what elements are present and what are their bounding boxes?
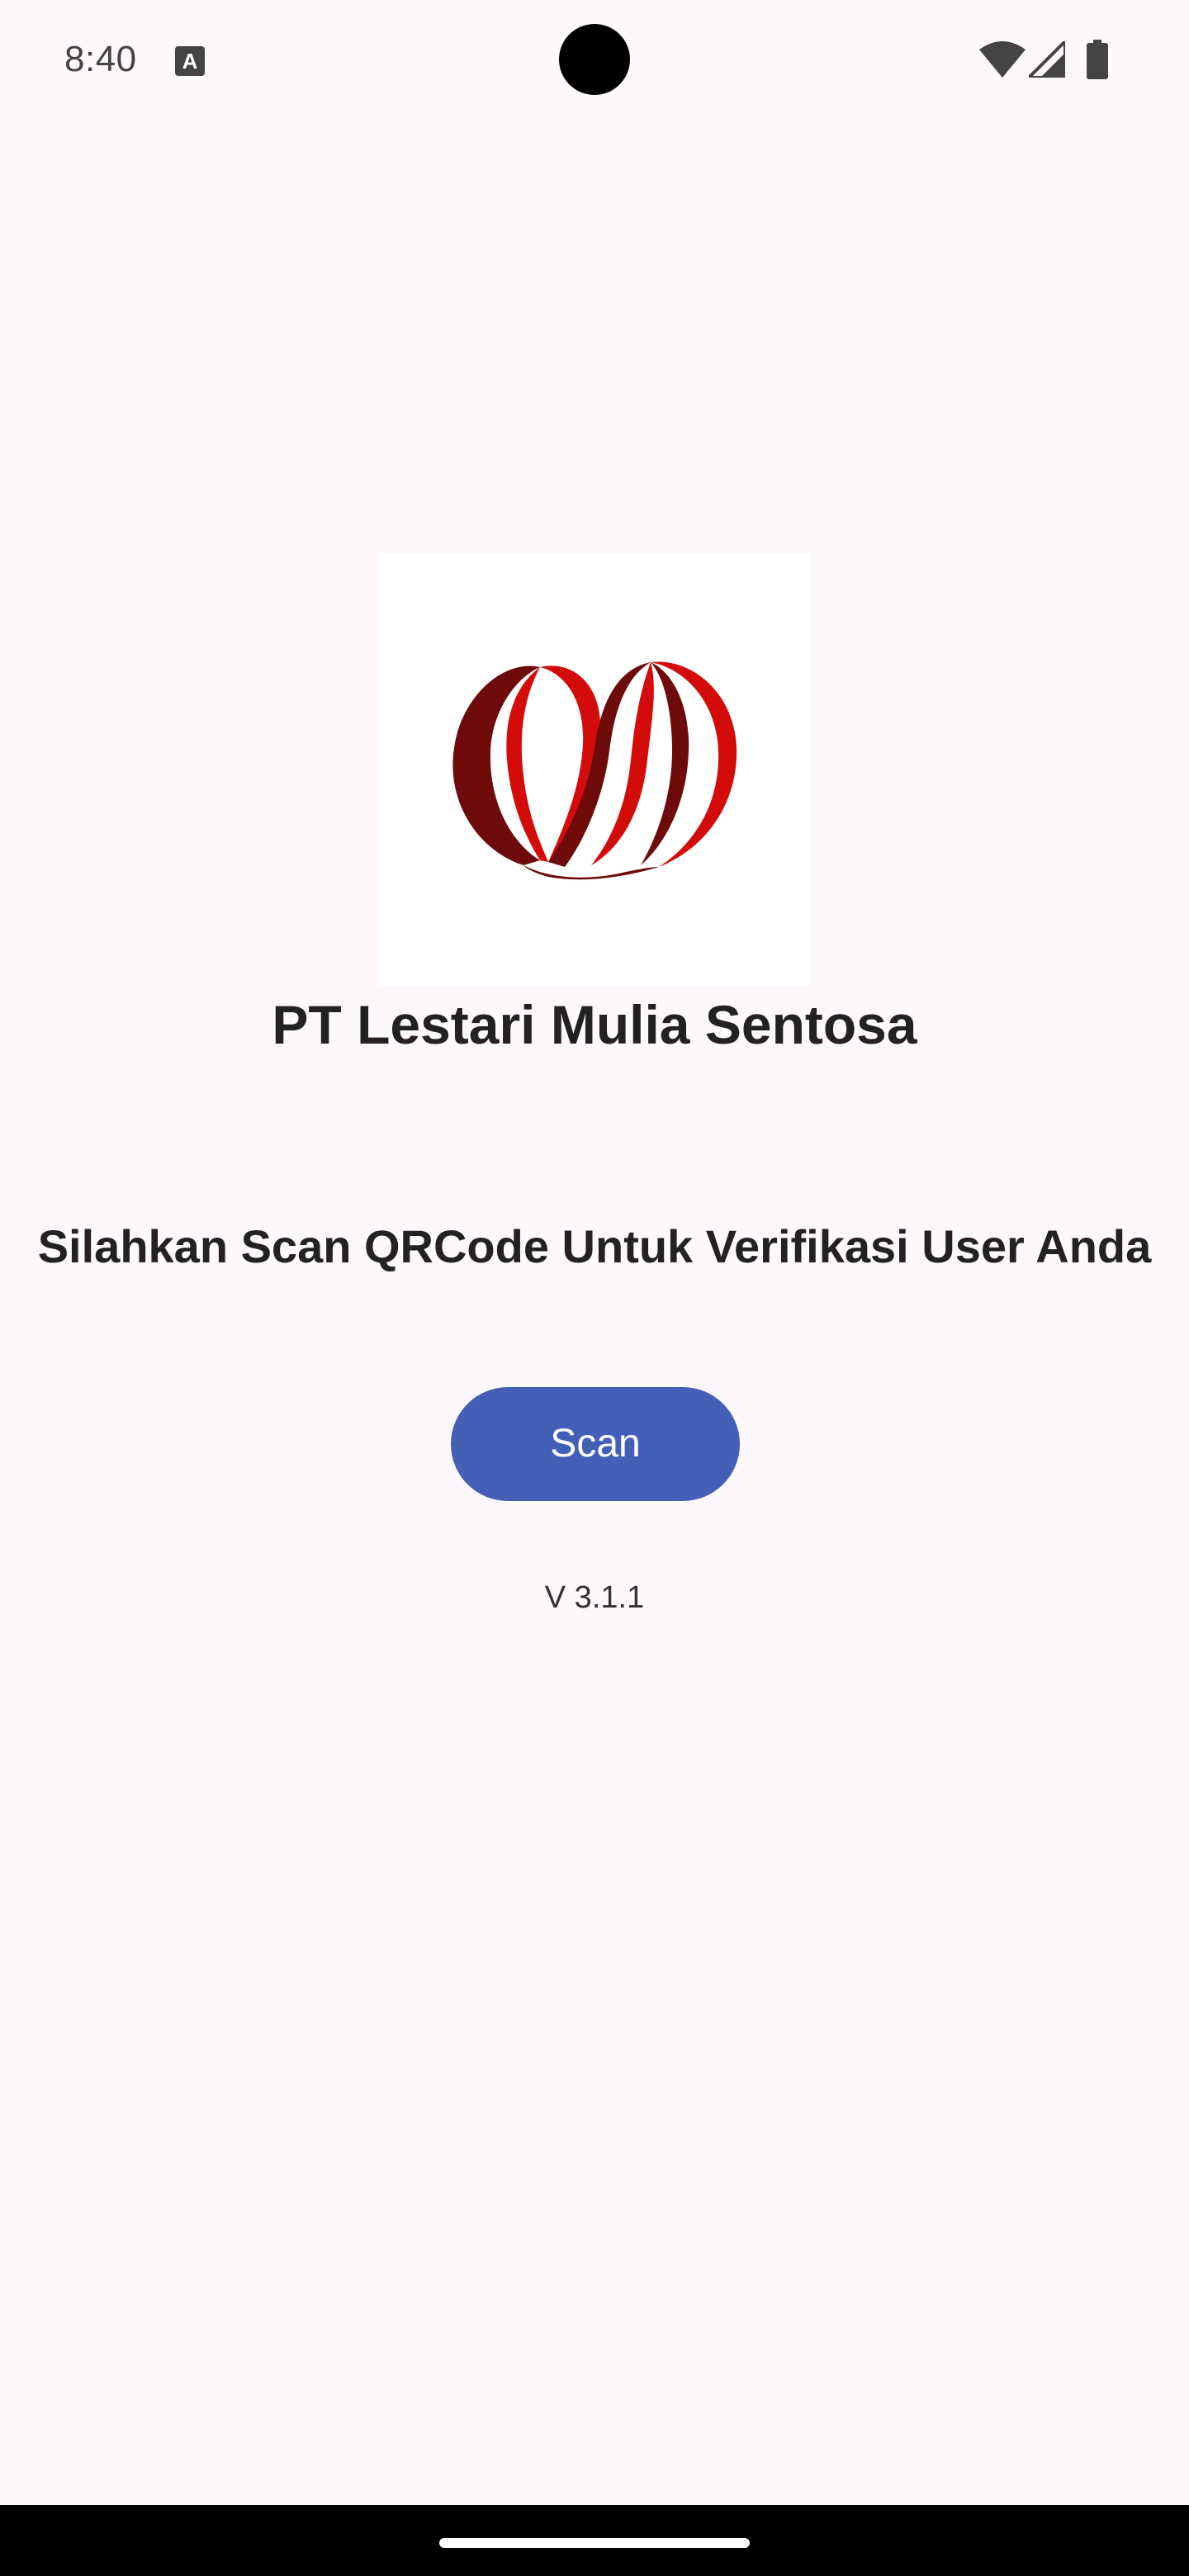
- home-gesture-handle[interactable]: [439, 2538, 750, 2548]
- status-time: 8:40: [64, 39, 137, 79]
- signal-icon: [1029, 41, 1065, 78]
- status-bar: 8:40 A: [0, 0, 1189, 122]
- camera-cutout: [559, 24, 630, 95]
- company-logo: [378, 553, 811, 986]
- wifi-icon: [979, 41, 1026, 78]
- ribbon-heart-logo-icon: [452, 661, 737, 880]
- scan-button[interactable]: Scan: [451, 1387, 740, 1501]
- app-version: V 3.1.1: [544, 1580, 645, 1615]
- a-icon: A: [175, 46, 205, 76]
- battery-icon: [1087, 40, 1108, 79]
- scan-instruction: Silahkan Scan QRCode Untuk Verifikasi Us…: [37, 1220, 1152, 1272]
- company-name: PT Lestari Mulia Sentosa: [272, 994, 917, 1055]
- navigation-bar: [0, 2505, 1189, 2576]
